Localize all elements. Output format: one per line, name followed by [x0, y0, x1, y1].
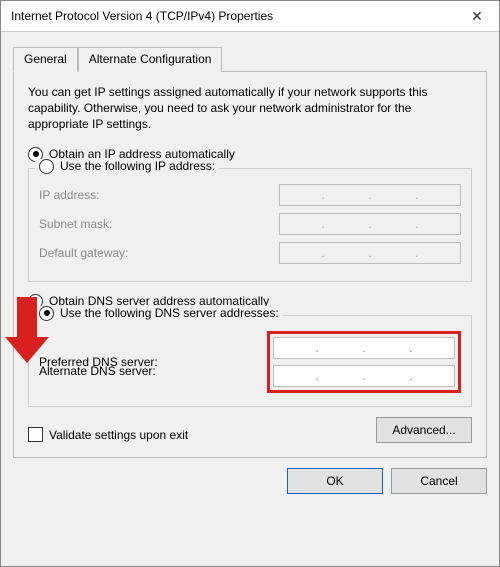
- subnet-label: Subnet mask:: [39, 217, 112, 231]
- validate-checkbox-row[interactable]: Validate settings upon exit: [28, 427, 188, 442]
- validate-label: Validate settings upon exit: [49, 428, 188, 442]
- window-title: Internet Protocol Version 4 (TCP/IPv4) P…: [11, 9, 273, 23]
- alternate-dns-label: Alternate DNS server:: [39, 364, 156, 378]
- close-icon: ✕: [471, 8, 483, 25]
- preferred-dns-input[interactable]: ...: [273, 337, 455, 359]
- tab-alternate-configuration[interactable]: Alternate Configuration: [78, 47, 223, 72]
- properties-dialog: Internet Protocol Version 4 (TCP/IPv4) P…: [0, 0, 500, 567]
- cancel-button-label: Cancel: [420, 474, 457, 488]
- checkbox-icon: [28, 427, 43, 442]
- ip-manual-radio-row[interactable]: Use the following IP address:: [35, 159, 219, 174]
- cancel-button[interactable]: Cancel: [391, 468, 487, 494]
- tab-general-label: General: [24, 52, 67, 66]
- tab-alt-label: Alternate Configuration: [89, 52, 212, 66]
- close-button[interactable]: ✕: [455, 1, 499, 31]
- preferred-dns-row: Preferred DNS server: ... ...: [39, 331, 461, 393]
- alternate-dns-input[interactable]: ...: [273, 365, 455, 387]
- general-panel: You can get IP settings assigned automat…: [13, 72, 487, 458]
- dns-manual-radio-row[interactable]: Use the following DNS server addresses:: [35, 306, 283, 321]
- ip-manual-label: Use the following IP address:: [60, 159, 215, 173]
- dialog-buttons: OK Cancel: [1, 458, 499, 504]
- tab-row: General Alternate Configuration: [13, 46, 487, 72]
- ip-address-input: ...: [279, 184, 461, 206]
- subnet-row: Subnet mask: ...: [39, 213, 461, 235]
- ip-address-label: IP address:: [39, 188, 99, 202]
- gateway-row: Default gateway: ...: [39, 242, 461, 264]
- ip-address-row: IP address: ...: [39, 184, 461, 206]
- advanced-button-label: Advanced...: [392, 423, 455, 437]
- ok-button[interactable]: OK: [287, 468, 383, 494]
- ip-manual-group: Use the following IP address: IP address…: [28, 168, 472, 282]
- titlebar: Internet Protocol Version 4 (TCP/IPv4) P…: [1, 1, 499, 32]
- radio-icon: [39, 306, 54, 321]
- dns-manual-label: Use the following DNS server addresses:: [60, 306, 279, 320]
- tab-container: General Alternate Configuration You can …: [13, 46, 487, 458]
- intro-text: You can get IP settings assigned automat…: [28, 84, 472, 133]
- tab-general[interactable]: General: [13, 47, 78, 72]
- ok-button-label: OK: [326, 474, 343, 488]
- dns-manual-group: Use the following DNS server addresses: …: [28, 315, 472, 407]
- gateway-input: ...: [279, 242, 461, 264]
- radio-icon: [39, 159, 54, 174]
- gateway-label: Default gateway:: [39, 246, 128, 260]
- dns-highlight-box: ... ...: [267, 331, 461, 393]
- advanced-button[interactable]: Advanced...: [376, 417, 472, 443]
- subnet-input: ...: [279, 213, 461, 235]
